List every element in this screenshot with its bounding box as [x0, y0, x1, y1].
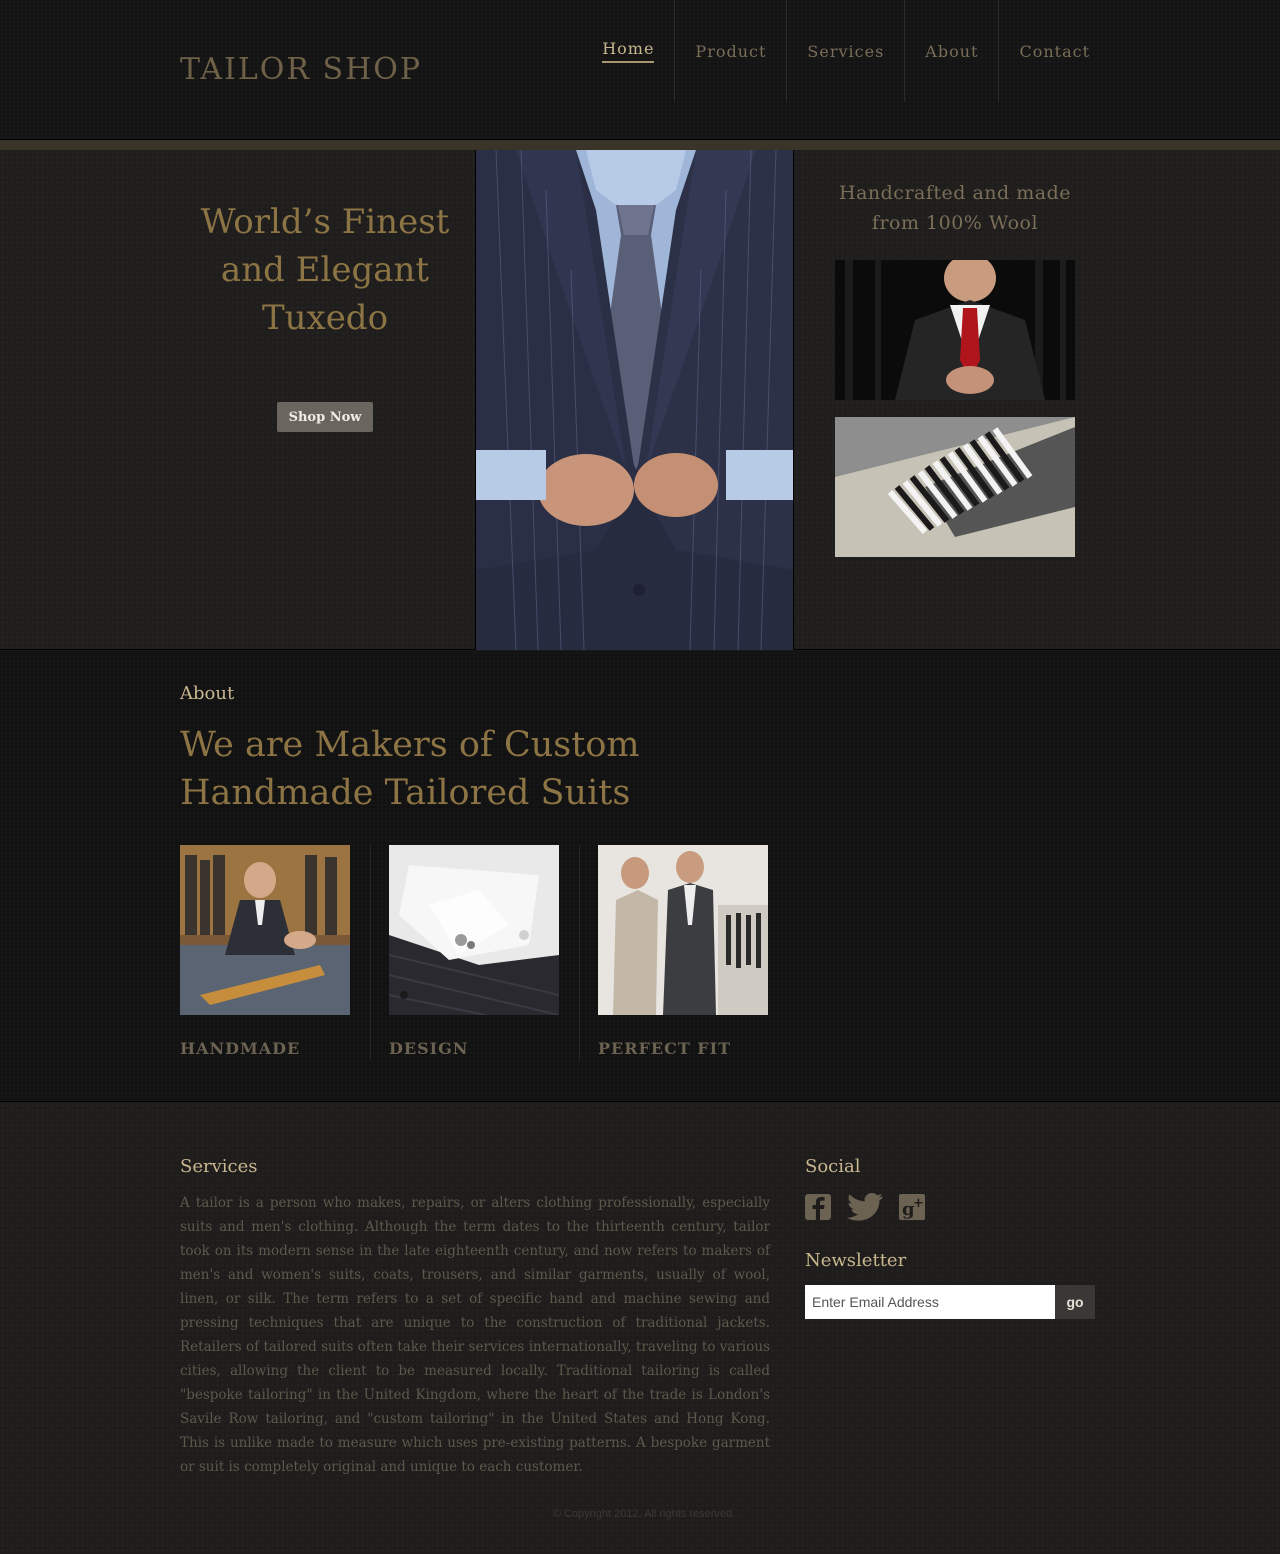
- tailor-cutting-photo: [180, 845, 350, 1015]
- feature-divider: [370, 845, 371, 1061]
- twitter-icon[interactable]: [847, 1193, 885, 1221]
- hero-title-line: and Elegant: [220, 250, 430, 290]
- design-image: [389, 845, 559, 1015]
- man-in-suit-image: [835, 260, 1075, 400]
- nav-about-label: About: [925, 41, 979, 61]
- handmade-image: [180, 845, 350, 1015]
- nav-home[interactable]: Home: [582, 0, 676, 102]
- hero-section: World’s Finest and Elegant Tuxedo Shop N…: [0, 150, 1280, 650]
- fitting-photo: [598, 845, 768, 1015]
- site-header: TAILOR SHOP Home Product Services About …: [0, 0, 1280, 140]
- copyright: © Copyright 2012. All rights reserved.: [552, 1508, 736, 1520]
- services-text: A tailor is a person who makes, repairs,…: [180, 1195, 770, 1475]
- newsletter-heading: Newsletter: [805, 1250, 907, 1271]
- feature-label: DESIGN: [389, 1039, 469, 1058]
- header-stripe: [0, 140, 1280, 150]
- striped-tie-photo: [835, 417, 1075, 557]
- feature-label: HANDMADE: [180, 1039, 301, 1058]
- newsletter-form: go: [805, 1285, 1095, 1319]
- svg-text:+: +: [913, 1196, 924, 1211]
- nav-product[interactable]: Product: [675, 0, 788, 102]
- social-icons: g +: [805, 1193, 927, 1221]
- main-nav: Home Product Services About Contact: [582, 0, 1110, 102]
- feature-label: PERFECT FIT: [598, 1039, 732, 1058]
- nav-contact[interactable]: Contact: [999, 0, 1110, 102]
- hero-suit-image: [475, 150, 794, 650]
- about-section: About We are Makers of Custom Handmade T…: [0, 651, 1280, 1102]
- about-heading: We are Makers of Custom Handmade Tailore…: [180, 721, 740, 817]
- feature-divider: [579, 845, 580, 1061]
- hero-title-line: Tuxedo: [261, 298, 389, 338]
- services-heading: Services: [180, 1156, 258, 1177]
- hero-title-line: World’s Finest: [200, 202, 450, 242]
- nav-about[interactable]: About: [905, 0, 1000, 102]
- about-label: About: [180, 683, 235, 704]
- about-heading-line: We are Makers of Custom: [180, 725, 640, 765]
- nav-home-label: Home: [602, 39, 655, 63]
- hero-side-title-line: from 100% Wool: [871, 212, 1039, 234]
- feature-handmade[interactable]: HANDMADE: [180, 845, 350, 1058]
- striped-tie-image: [835, 417, 1075, 557]
- site-logo[interactable]: TAILOR SHOP: [180, 52, 422, 87]
- email-input[interactable]: [805, 1285, 1055, 1319]
- hero-side-title-line: Handcrafted and made: [839, 182, 1071, 204]
- google-plus-icon[interactable]: g +: [899, 1193, 927, 1221]
- about-heading-line: Handmade Tailored Suits: [180, 773, 631, 813]
- hero-side-title: Handcrafted and made from 100% Wool: [820, 178, 1090, 238]
- newsletter-go-button[interactable]: go: [1055, 1285, 1095, 1319]
- man-in-suit-photo: [835, 260, 1075, 400]
- nav-services[interactable]: Services: [787, 0, 906, 102]
- shop-now-button[interactable]: Shop Now: [277, 402, 373, 432]
- hero-title: World’s Finest and Elegant Tuxedo: [180, 198, 470, 342]
- nav-product-label: Product: [695, 41, 767, 61]
- facebook-icon[interactable]: [805, 1193, 833, 1221]
- nav-contact-label: Contact: [1019, 41, 1090, 61]
- nav-services-label: Services: [807, 41, 885, 61]
- site-footer: Services A tailor is a person who makes,…: [0, 1103, 1280, 1554]
- suit-photo: [476, 150, 793, 650]
- feature-design[interactable]: DESIGN: [389, 845, 559, 1058]
- social-heading: Social: [805, 1156, 861, 1177]
- cufflink-photo: [389, 845, 559, 1015]
- perfect-fit-image: [598, 845, 768, 1015]
- feature-perfect-fit[interactable]: PERFECT FIT: [598, 845, 768, 1058]
